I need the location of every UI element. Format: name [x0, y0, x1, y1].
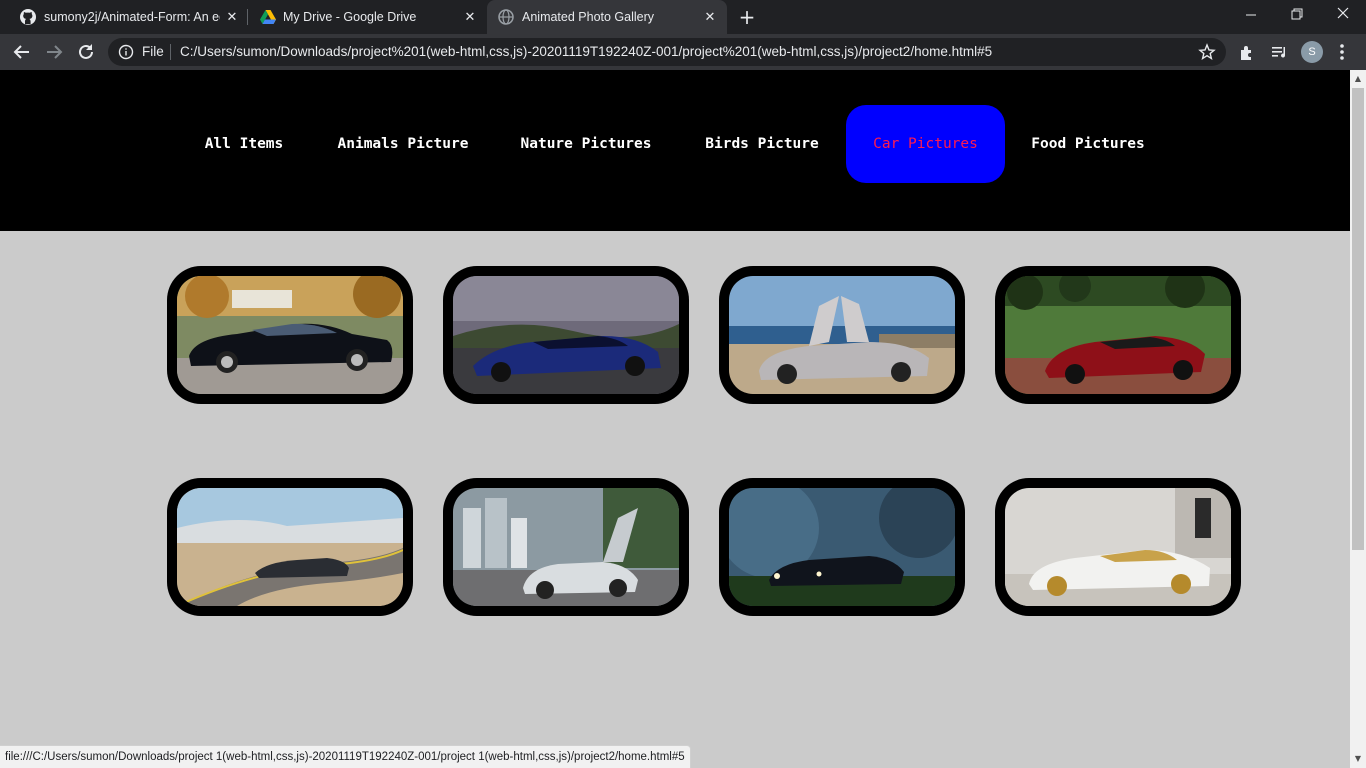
forward-arrow-icon[interactable]	[43, 41, 65, 63]
nav-animals-picture[interactable]: Animals Picture	[326, 105, 480, 183]
tab-title: sumony2j/Animated-Form: An ed	[44, 10, 220, 24]
close-tab-icon[interactable]: ✕	[462, 9, 478, 25]
scroll-up-arrow-icon[interactable]: ▲	[1353, 74, 1363, 84]
tab-strip: sumony2j/Animated-Form: An ed ✕ My Drive…	[0, 0, 1366, 34]
close-icon	[1337, 7, 1349, 19]
tab-animated-photo-gallery[interactable]: Animated Photo Gallery ✕	[487, 0, 727, 34]
globe-icon	[498, 9, 514, 25]
new-tab-button[interactable]: +	[737, 7, 757, 27]
car-photo-silver-concept[interactable]	[453, 488, 679, 606]
browser-toolbar: File C:/Users/sumon/Downloads/project%20…	[0, 34, 1366, 70]
minimize-icon	[1246, 14, 1256, 16]
gallery-card[interactable]	[167, 266, 413, 404]
profile-avatar[interactable]: S	[1301, 41, 1323, 63]
github-icon	[20, 9, 36, 25]
close-tab-icon[interactable]: ✕	[224, 9, 240, 25]
car-photo-misty-forest[interactable]	[729, 488, 955, 606]
restore-icon	[1291, 8, 1303, 20]
gallery-card[interactable]	[167, 478, 413, 616]
nav-car-pictures[interactable]: Car Pictures	[846, 105, 1005, 183]
gallery-card[interactable]	[443, 478, 689, 616]
car-photo-white-gold[interactable]	[1005, 488, 1231, 606]
nav-birds-picture[interactable]: Birds Picture	[692, 105, 832, 183]
extensions-puzzle-icon[interactable]	[1238, 42, 1258, 62]
tab-google-drive[interactable]: My Drive - Google Drive ✕	[248, 0, 486, 34]
back-arrow-icon[interactable]	[11, 41, 33, 63]
car-photo-desert-road[interactable]	[177, 488, 403, 606]
tab-github[interactable]: sumony2j/Animated-Form: An ed ✕	[0, 0, 246, 34]
car-photo-red-supercar[interactable]	[1005, 276, 1231, 394]
tab-title: Animated Photo Gallery	[522, 10, 655, 24]
address-bar[interactable]: File C:/Users/sumon/Downloads/project%20…	[108, 38, 1226, 66]
nav-nature-pictures[interactable]: Nature Pictures	[510, 105, 662, 183]
scrollbar-thumb[interactable]	[1352, 88, 1364, 550]
nav-food-pictures[interactable]: Food Pictures	[1020, 105, 1156, 183]
nav-all-items[interactable]: All Items	[192, 105, 296, 183]
omnibox-divider	[170, 44, 171, 60]
tab-title: My Drive - Google Drive	[283, 10, 417, 24]
scheme-label: File	[142, 44, 164, 59]
car-photo-black-coupe[interactable]	[177, 276, 403, 394]
scroll-down-arrow-icon[interactable]: ▼	[1353, 754, 1363, 764]
reload-icon[interactable]	[75, 41, 97, 63]
close-window-button[interactable]	[1320, 0, 1366, 30]
gallery-card[interactable]	[719, 478, 965, 616]
url-text[interactable]: C:/Users/sumon/Downloads/project%201(web…	[180, 44, 992, 59]
gallery-card[interactable]	[995, 266, 1241, 404]
gallery-nav-bar: All Items Animals Picture Nature Picture…	[0, 70, 1350, 231]
menu-dots-icon[interactable]	[1334, 41, 1350, 63]
status-bar-link-preview: file:///C:/Users/sumon/Downloads/project…	[0, 745, 691, 768]
media-control-icon[interactable]	[1270, 42, 1290, 62]
car-photo-silver-gullwing[interactable]	[729, 276, 955, 394]
info-icon[interactable]	[118, 44, 134, 60]
gallery-card[interactable]	[443, 266, 689, 404]
google-drive-icon	[260, 10, 276, 24]
page-viewport: All Items Animals Picture Nature Picture…	[0, 70, 1350, 768]
gallery-card[interactable]	[995, 478, 1241, 616]
car-photo-blue-sports[interactable]	[453, 276, 679, 394]
minimize-button[interactable]	[1228, 0, 1274, 30]
bookmark-star-icon[interactable]	[1198, 43, 1216, 61]
restore-button[interactable]	[1274, 0, 1320, 30]
close-tab-icon[interactable]: ✕	[702, 9, 718, 25]
gallery-card[interactable]	[719, 266, 965, 404]
